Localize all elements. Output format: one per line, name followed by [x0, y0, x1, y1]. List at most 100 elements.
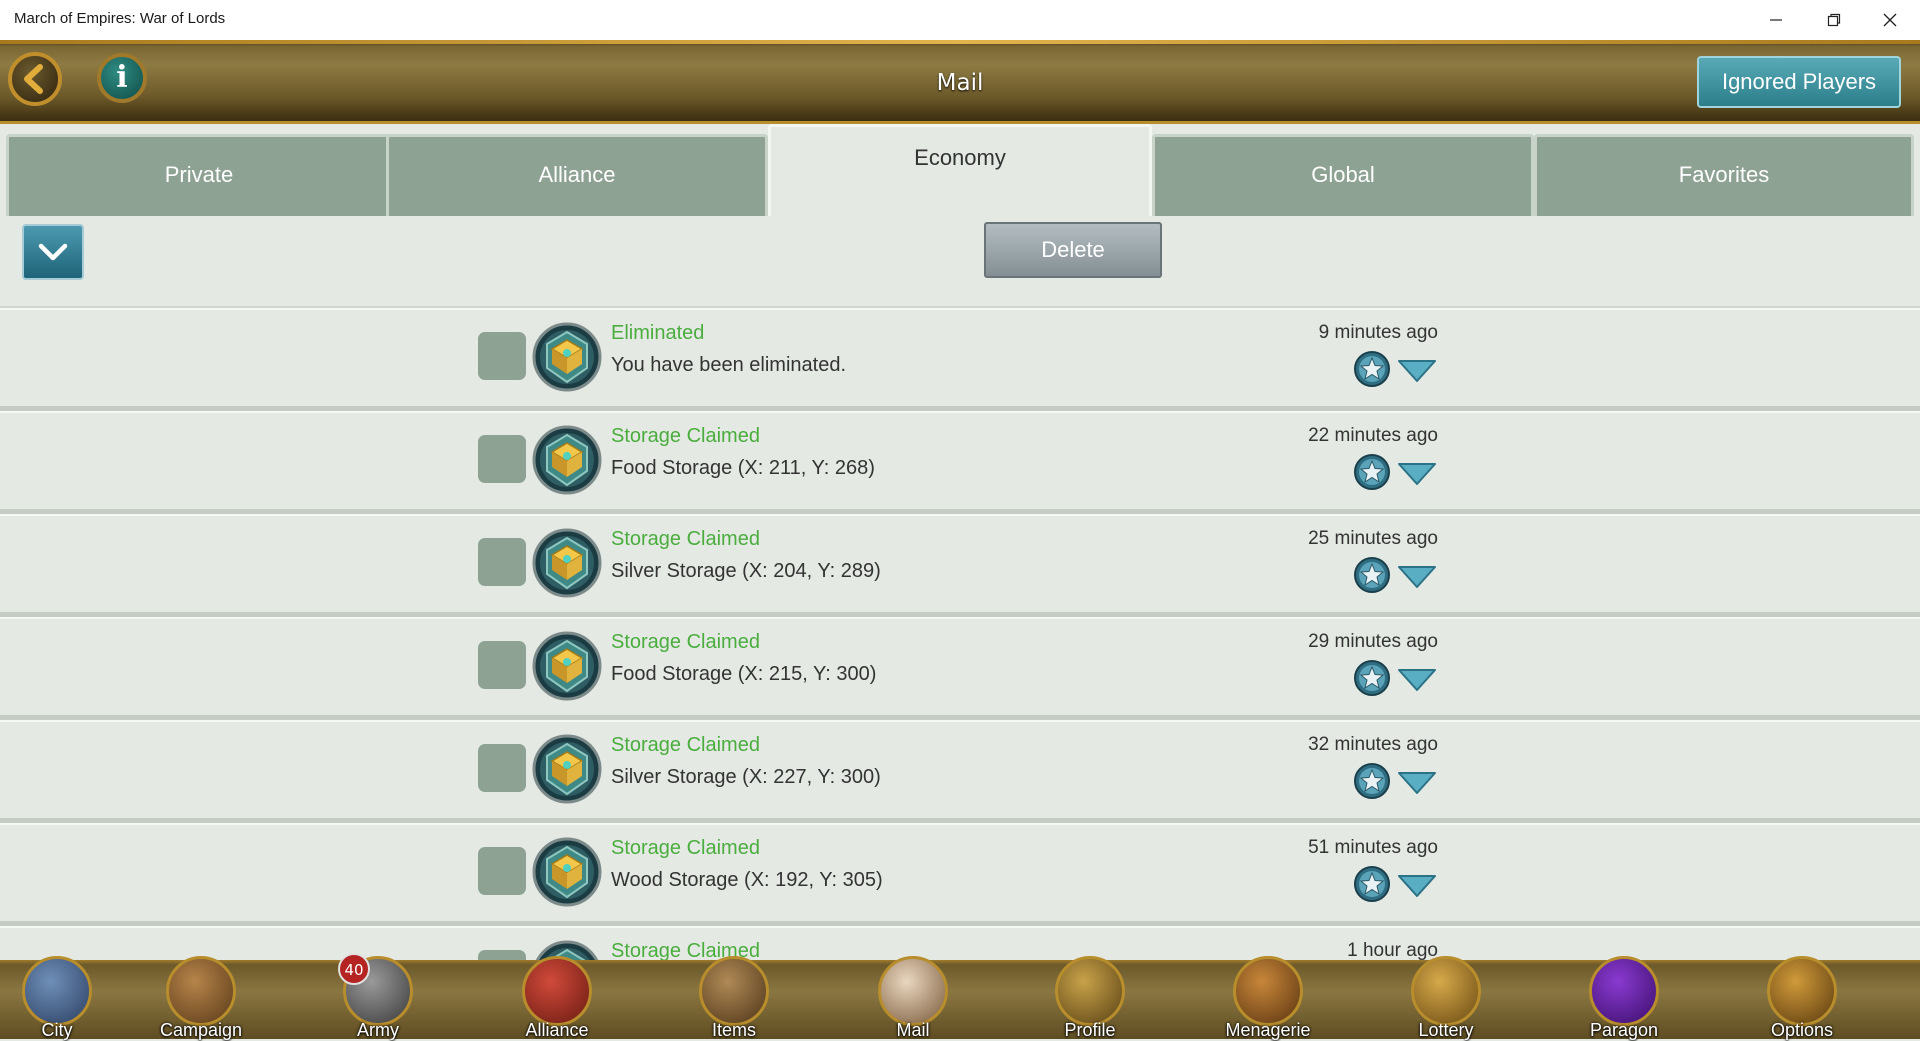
tab-private[interactable]: Private — [6, 134, 392, 216]
economy-mail-icon — [532, 734, 602, 804]
treasure-chest-icon — [1411, 956, 1481, 1026]
expand-arrow-icon[interactable] — [1396, 770, 1438, 796]
mail-row[interactable]: Storage Claimed Silver Storage (X: 204, … — [0, 514, 1920, 617]
banner-icon — [522, 956, 592, 1026]
army-count-badge: 40 — [338, 953, 370, 985]
backpack-icon — [699, 956, 769, 1026]
mail-subject: Storage Claimed — [611, 631, 760, 653]
expand-arrow-icon[interactable] — [1396, 461, 1438, 487]
tab-alliance[interactable]: Alliance — [386, 134, 768, 216]
mail-time: 25 minutes ago — [1308, 528, 1438, 549]
lion-icon — [1233, 956, 1303, 1026]
info-icon: i — [116, 60, 128, 95]
mail-subject: Storage Claimed — [611, 425, 760, 447]
window-title: March of Empires: War of Lords — [14, 10, 226, 27]
nav-mail[interactable]: Mail — [858, 954, 968, 1040]
mail-row[interactable]: Storage Claimed Wood Storage (X: 192, Y:… — [0, 823, 1920, 926]
nav-options[interactable]: Options — [1747, 954, 1857, 1040]
helmet-icon — [1055, 956, 1125, 1026]
horse-icon — [166, 956, 236, 1026]
tab-favorites[interactable]: Favorites — [1534, 134, 1914, 216]
favorite-star-icon[interactable] — [1353, 350, 1391, 388]
mail-row[interactable]: Storage Claimed Food Storage (X: 211, Y:… — [0, 411, 1920, 514]
mail-select-checkbox[interactable] — [478, 435, 526, 483]
mail-time: 9 minutes ago — [1318, 322, 1438, 343]
mail-body: Silver Storage (X: 204, Y: 289) — [611, 560, 881, 582]
mail-time: 51 minutes ago — [1308, 837, 1438, 858]
economy-mail-icon — [532, 425, 602, 495]
economy-mail-icon — [532, 837, 602, 907]
economy-mail-icon — [532, 528, 602, 598]
nav-items[interactable]: Items — [679, 954, 789, 1040]
mail-time: 32 minutes ago — [1308, 734, 1438, 755]
nav-label: Paragon — [1589, 1020, 1659, 1040]
tab-economy[interactable]: Economy — [768, 124, 1152, 216]
mail-body: Wood Storage (X: 192, Y: 305) — [611, 869, 883, 891]
nav-lottery[interactable]: Lottery — [1391, 954, 1501, 1040]
select-dropdown-button[interactable] — [22, 224, 84, 280]
mail-body: Food Storage (X: 215, Y: 300) — [611, 663, 877, 685]
restore-icon[interactable] — [1806, 0, 1862, 40]
envelope-icon — [878, 956, 948, 1026]
mail-list: Eliminated You have been eliminated. 9 m… — [0, 308, 1920, 960]
mail-select-checkbox[interactable] — [478, 332, 526, 380]
nav-profile[interactable]: Profile — [1035, 954, 1145, 1040]
nav-label: City — [41, 1020, 73, 1040]
back-button[interactable] — [8, 52, 62, 106]
favorite-star-icon[interactable] — [1353, 453, 1391, 491]
expand-arrow-icon[interactable] — [1396, 873, 1438, 899]
tab-global[interactable]: Global — [1152, 134, 1534, 216]
mail-select-checkbox[interactable] — [478, 538, 526, 586]
nav-paragon[interactable]: Paragon — [1569, 954, 1679, 1040]
castle-icon — [22, 956, 92, 1026]
mail-body: Food Storage (X: 211, Y: 268) — [611, 457, 875, 479]
nav-label: Profile — [1064, 1020, 1116, 1040]
nav-alliance[interactable]: Alliance — [502, 954, 612, 1040]
ignored-players-button[interactable]: Ignored Players — [1697, 56, 1901, 108]
delete-button[interactable]: Delete — [984, 222, 1162, 278]
info-button[interactable]: i — [97, 53, 147, 103]
mail-select-checkbox[interactable] — [478, 847, 526, 895]
nav-label: Items — [711, 1020, 756, 1040]
mail-body: Silver Storage (X: 227, Y: 300) — [611, 766, 881, 788]
economy-mail-icon — [532, 322, 602, 392]
mail-subject: Eliminated — [611, 322, 705, 344]
nav-city[interactable]: City — [2, 954, 112, 1040]
mail-subject: Storage Claimed — [611, 528, 760, 550]
expand-arrow-icon[interactable] — [1396, 358, 1438, 384]
mail-row[interactable]: Storage Claimed Food Storage (X: 215, Y:… — [0, 617, 1920, 720]
nav-menagerie[interactable]: Menagerie — [1213, 954, 1323, 1040]
page-title: Mail — [936, 70, 984, 96]
favorite-star-icon[interactable] — [1353, 556, 1391, 594]
favorite-star-icon[interactable] — [1353, 762, 1391, 800]
mail-select-checkbox[interactable] — [478, 744, 526, 792]
nav-label: Army — [357, 1020, 399, 1040]
nav-campaign[interactable]: Campaign — [146, 954, 256, 1040]
purple-gem-icon — [1589, 956, 1659, 1026]
mail-toolbar: Delete — [0, 216, 1920, 308]
close-icon[interactable] — [1862, 0, 1918, 40]
chevron-down-icon — [38, 243, 68, 261]
window-titlebar: March of Empires: War of Lords — [0, 0, 1920, 40]
gear-icon — [1767, 956, 1837, 1026]
mail-body: You have been eliminated. — [611, 354, 846, 376]
mail-row[interactable]: Eliminated You have been eliminated. 9 m… — [0, 308, 1920, 411]
mail-subject: Storage Claimed — [611, 837, 760, 859]
mail-time: 22 minutes ago — [1308, 425, 1438, 446]
nav-label: Lottery — [1418, 1020, 1474, 1040]
mail-tabs: Private Alliance Economy Global Favorite… — [0, 124, 1920, 216]
back-arrow-icon — [24, 64, 43, 94]
mail-time: 29 minutes ago — [1308, 631, 1438, 652]
expand-arrow-icon[interactable] — [1396, 564, 1438, 590]
favorite-star-icon[interactable] — [1353, 659, 1391, 697]
expand-arrow-icon[interactable] — [1396, 667, 1438, 693]
nav-label: Alliance — [525, 1020, 589, 1040]
mail-row[interactable]: Storage Claimed Silver Storage (X: 227, … — [0, 720, 1920, 823]
mail-header: Mail — [0, 40, 1920, 124]
minimize-icon[interactable] — [1748, 0, 1804, 40]
mail-subject: Storage Claimed — [611, 734, 760, 756]
favorite-star-icon[interactable] — [1353, 865, 1391, 903]
nav-label: Mail — [896, 1020, 930, 1040]
mail-select-checkbox[interactable] — [478, 641, 526, 689]
nav-label: Options — [1770, 1020, 1834, 1040]
